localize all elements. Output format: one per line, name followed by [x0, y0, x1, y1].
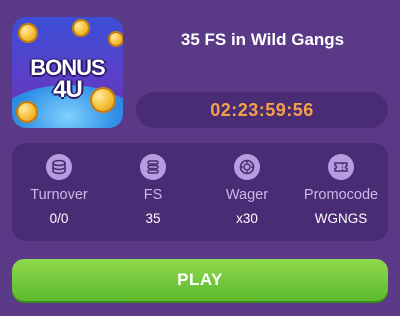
coins-stack-icon	[46, 154, 72, 180]
countdown-timer: 02:23:59:56	[136, 92, 388, 128]
bonus4u-logo: BONUS 4U	[12, 17, 123, 128]
stat-value: 0/0	[49, 211, 69, 226]
stat-label: FS	[143, 187, 163, 203]
stat-turnover: Turnover 0/0	[12, 143, 106, 241]
stat-value: 35	[145, 211, 161, 226]
stat-label: Turnover	[30, 187, 88, 203]
promo-stats-panel: Turnover 0/0 FS 35 Wager x30 Promocode W…	[12, 143, 388, 241]
ticket-icon	[328, 154, 354, 180]
stat-fs: FS 35	[106, 143, 200, 241]
stat-label: Wager	[225, 187, 269, 203]
coin-graphic	[16, 101, 38, 123]
chips-stack-icon	[140, 154, 166, 180]
play-button[interactable]: PLAY	[12, 259, 388, 301]
promo-title: 35 FS in Wild Gangs	[180, 30, 345, 49]
stat-promocode: Promocode WGNGS	[294, 143, 388, 241]
stat-wager: Wager x30	[200, 143, 294, 241]
coin-graphic	[18, 23, 38, 43]
casino-chip-icon	[234, 154, 260, 180]
stat-value: x30	[236, 211, 258, 226]
stat-value: WGNGS	[314, 211, 368, 226]
logo-text-line2: 4U	[53, 76, 83, 103]
stat-label: Promocode	[303, 187, 379, 203]
coin-graphic	[72, 19, 90, 37]
coin-graphic	[108, 31, 123, 47]
